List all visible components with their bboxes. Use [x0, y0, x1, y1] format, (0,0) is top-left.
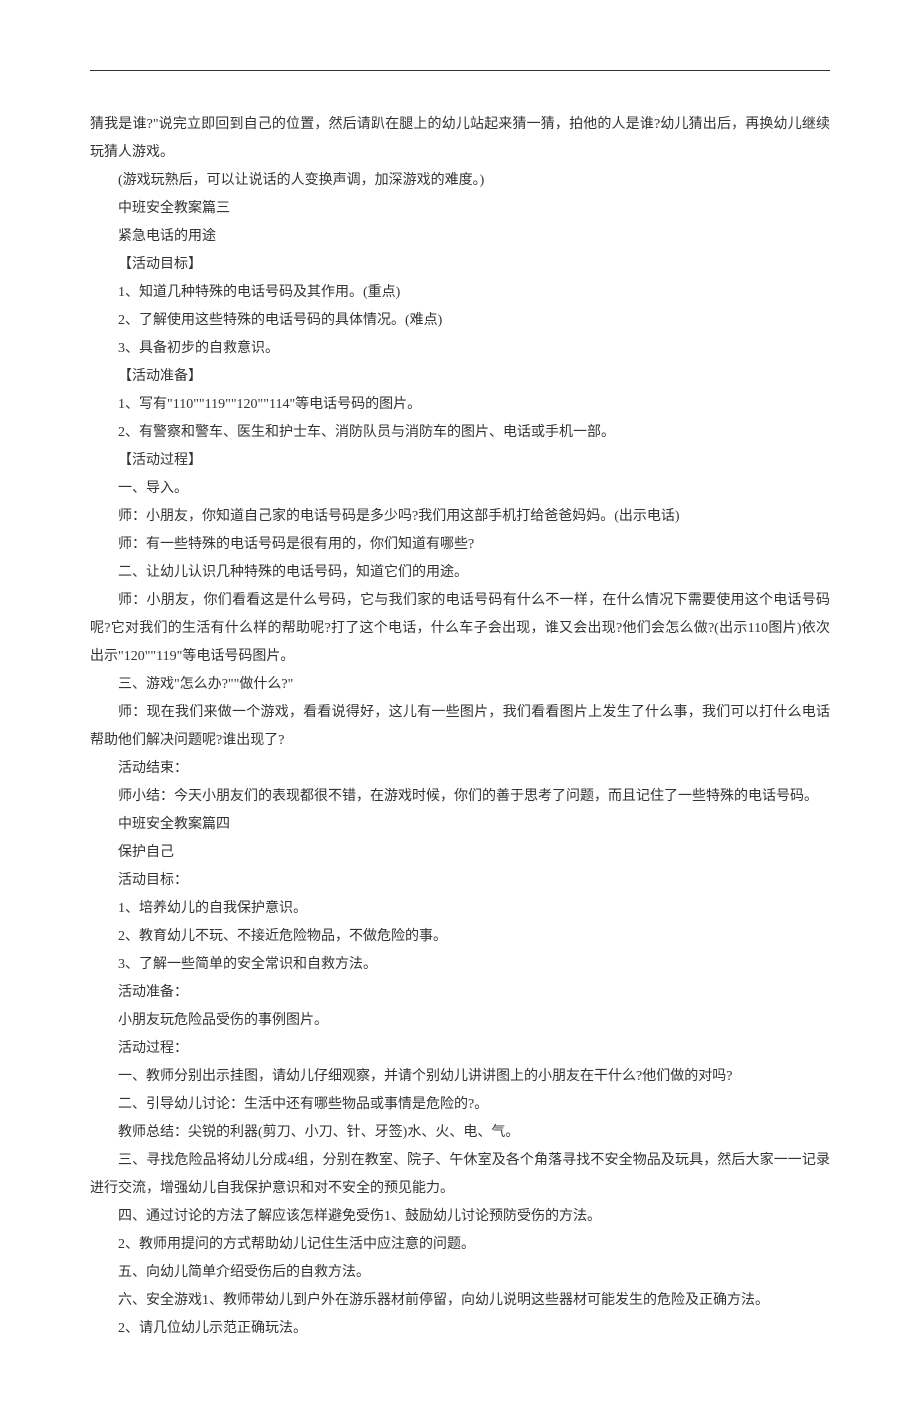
paragraph-text: 1、培养幼儿的自我保护意识。 — [90, 895, 830, 923]
paragraph-text: 中班安全教案篇四 — [90, 811, 830, 839]
paragraph-text: 教师总结：尖锐的利器(剪刀、小刀、针、牙签)水、火、电、气。 — [90, 1119, 830, 1147]
paragraph-text: 2、了解使用这些特殊的电话号码的具体情况。(难点) — [90, 307, 830, 335]
paragraph-text: 三、游戏"怎么办?""做什么?" — [90, 671, 830, 699]
paragraph-text: 【活动准备】 — [90, 363, 830, 391]
paragraph-text: 2、教育幼儿不玩、不接近危险物品，不做危险的事。 — [90, 923, 830, 951]
paragraph-text: 师：小朋友，你们看看这是什么号码，它与我们家的电话号码有什么不一样，在什么情况下… — [90, 587, 830, 671]
paragraph-text: (游戏玩熟后，可以让说话的人变换声调，加深游戏的难度。) — [90, 167, 830, 195]
paragraph-text: 师：小朋友，你知道自己家的电话号码是多少吗?我们用这部手机打给爸爸妈妈。(出示电… — [90, 503, 830, 531]
paragraph-text: 师小结：今天小朋友们的表现都很不错，在游戏时候，你们的善于思考了问题，而且记住了… — [90, 783, 830, 811]
paragraph-text: 活动目标： — [90, 867, 830, 895]
paragraph-text: 2、请几位幼儿示范正确玩法。 — [90, 1315, 830, 1343]
paragraph-text: 1、写有"110""119""120""114"等电话号码的图片。 — [90, 391, 830, 419]
paragraph-text: 师：现在我们来做一个游戏，看看说得好，这儿有一些图片，我们看看图片上发生了什么事… — [90, 699, 830, 755]
paragraph-text: 【活动过程】 — [90, 447, 830, 475]
document-content: 猜我是谁?"说完立即回到自己的位置，然后请趴在腿上的幼儿站起来猜一猜，拍他的人是… — [90, 111, 830, 1343]
paragraph-text: 3、具备初步的自救意识。 — [90, 335, 830, 363]
paragraph-text: 中班安全教案篇三 — [90, 195, 830, 223]
paragraph-text: 2、有警察和警车、医生和护士车、消防队员与消防车的图片、电话或手机一部。 — [90, 419, 830, 447]
paragraph-text: 二、引导幼儿讨论：生活中还有哪些物品或事情是危险的?。 — [90, 1091, 830, 1119]
paragraph-text: 活动结束： — [90, 755, 830, 783]
paragraph-text: 1、知道几种特殊的电话号码及其作用。(重点) — [90, 279, 830, 307]
paragraph-text: 四、通过讨论的方法了解应该怎样避免受伤1、鼓励幼儿讨论预防受伤的方法。 — [90, 1203, 830, 1231]
paragraph-text: 三、寻找危险品将幼儿分成4组，分别在教室、院子、午休室及各个角落寻找不安全物品及… — [90, 1147, 830, 1203]
paragraph-text: 【活动目标】 — [90, 251, 830, 279]
paragraph-text: 一、导入。 — [90, 475, 830, 503]
paragraph-text: 2、教师用提问的方式帮助幼儿记住生活中应注意的问题。 — [90, 1231, 830, 1259]
paragraph-text: 紧急电话的用途 — [90, 223, 830, 251]
paragraph-text: 五、向幼儿简单介绍受伤后的自救方法。 — [90, 1259, 830, 1287]
paragraph-text: 小朋友玩危险品受伤的事例图片。 — [90, 1007, 830, 1035]
paragraph-text: 师：有一些特殊的电话号码是很有用的，你们知道有哪些? — [90, 531, 830, 559]
paragraph-text: 保护自己 — [90, 839, 830, 867]
horizontal-divider — [90, 70, 830, 71]
paragraph-text: 活动准备： — [90, 979, 830, 1007]
paragraph-text: 一、教师分别出示挂图，请幼儿仔细观察，并请个别幼儿讲讲图上的小朋友在干什么?他们… — [90, 1063, 830, 1091]
paragraph-text: 六、安全游戏1、教师带幼儿到户外在游乐器材前停留，向幼儿说明这些器材可能发生的危… — [90, 1287, 830, 1315]
paragraph-text: 3、了解一些简单的安全常识和自救方法。 — [90, 951, 830, 979]
paragraph-text: 猜我是谁?"说完立即回到自己的位置，然后请趴在腿上的幼儿站起来猜一猜，拍他的人是… — [90, 111, 830, 167]
paragraph-text: 二、让幼儿认识几种特殊的电话号码，知道它们的用途。 — [90, 559, 830, 587]
paragraph-text: 活动过程： — [90, 1035, 830, 1063]
